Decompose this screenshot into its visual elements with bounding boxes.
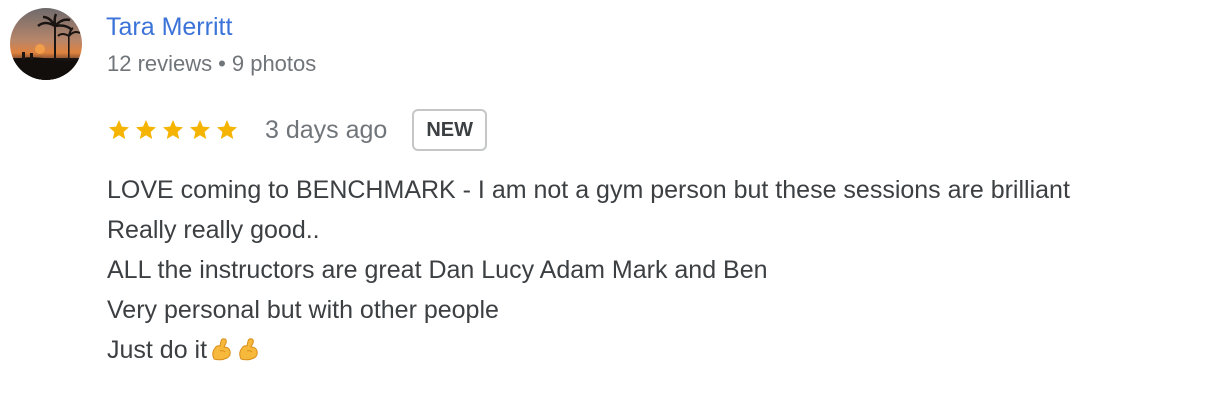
review-count: 12 reviews	[107, 51, 213, 76]
review-date: 3 days ago	[265, 115, 388, 144]
star-icon	[107, 118, 131, 142]
star-icon	[215, 118, 239, 142]
photo-count: 9 photos	[231, 51, 317, 76]
star-icon	[161, 118, 185, 142]
review-line: Really really good..	[107, 216, 320, 244]
flexed-biceps-icon	[208, 337, 234, 363]
star-icon	[134, 118, 158, 142]
review-line: ALL the instructors are great Dan Lucy A…	[107, 256, 768, 284]
rating-row: 3 days ago NEW	[107, 107, 487, 153]
sunset-palm-photo	[10, 8, 82, 80]
reviewer-name-link[interactable]: Tara Merritt	[106, 12, 232, 42]
star-rating	[107, 118, 239, 142]
review-line: LOVE coming to BENCHMARK - I am not a gy…	[107, 176, 1070, 204]
new-badge: NEW	[412, 109, 487, 151]
reviewer-meta: 12 reviews • 9 photos	[107, 50, 316, 78]
review-text: LOVE coming to BENCHMARK - I am not a gy…	[107, 170, 1217, 370]
review-line: Very personal but with other people	[107, 296, 499, 324]
star-icon	[188, 118, 212, 142]
meta-separator: •	[218, 51, 226, 76]
review-line-last: Just do it	[107, 330, 1217, 370]
reviewer-avatar[interactable]	[10, 8, 82, 80]
review-line-text: Just do it	[107, 336, 208, 364]
flexed-biceps-icon	[235, 337, 261, 363]
